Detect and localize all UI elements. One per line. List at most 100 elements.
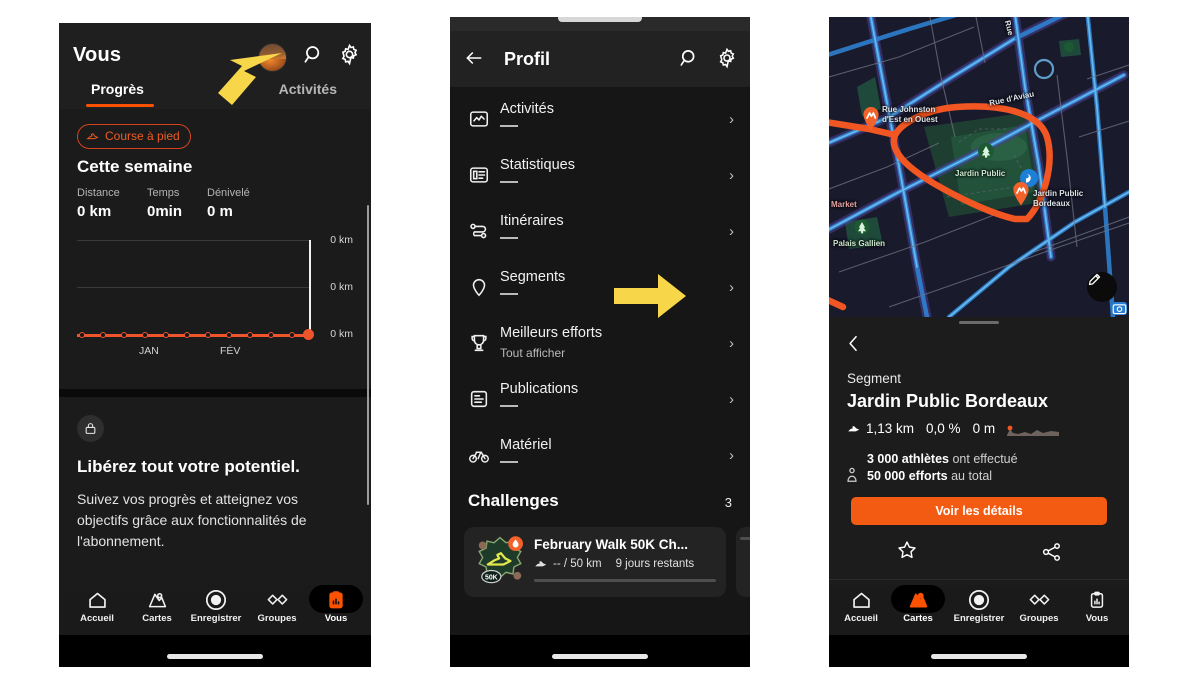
- stat-elevation-value: 0 m: [207, 203, 233, 220]
- menu-item-activites[interactable]: Activités ›: [450, 93, 750, 149]
- maps-icon: [127, 589, 187, 611]
- nav-vous[interactable]: Vous: [1067, 589, 1127, 624]
- nav-accueil-label: Accueil: [80, 613, 114, 624]
- menu-item-label: Publications: [500, 381, 579, 397]
- menu-item-publications[interactable]: Publications ›: [450, 373, 750, 429]
- menu-item-statistiques[interactable]: Statistiques ›: [450, 149, 750, 205]
- nav-groupes[interactable]: Groupes: [247, 589, 307, 624]
- nav-cartes-label: Cartes: [903, 613, 933, 624]
- scrollbar[interactable]: [366, 205, 369, 505]
- menu-item-placeholder-dash: [500, 405, 518, 407]
- routes-icon: [468, 220, 492, 244]
- menu-item-label: Matériel: [500, 437, 552, 453]
- chart-point: [163, 332, 169, 338]
- back-arrow-icon[interactable]: [464, 48, 484, 73]
- gear-icon[interactable]: [338, 43, 361, 71]
- camera-icon[interactable]: [1112, 302, 1127, 315]
- search-icon[interactable]: [303, 44, 325, 71]
- map-canvas: [829, 17, 1129, 317]
- chart-point: [184, 332, 190, 338]
- search-icon[interactable]: [679, 48, 700, 74]
- menu-item-meilleurs-efforts[interactable]: Meilleurs efforts Tout afficher ›: [450, 317, 750, 373]
- menu-item-placeholder-dash: [500, 237, 518, 239]
- maps-icon: [888, 589, 948, 611]
- promo-body: Suivez vos progrès et atteignez vos obje…: [77, 491, 307, 549]
- challenges-title: Challenges: [468, 491, 559, 510]
- chart-xtick-fev: FÉV: [220, 345, 241, 357]
- chevron-right-icon: ›: [729, 279, 734, 296]
- chart-point: [247, 332, 253, 338]
- nav-vous-label: Vous: [324, 613, 348, 624]
- menu-item-itineraires[interactable]: Itinéraires ›: [450, 205, 750, 261]
- chevron-right-icon: ›: [729, 167, 734, 184]
- chevron-left-icon[interactable]: [847, 335, 860, 357]
- home-indicator-area: [450, 635, 750, 667]
- gesture-bar[interactable]: [931, 654, 1027, 659]
- nav-enregistrer[interactable]: Enregistrer: [186, 589, 246, 624]
- map-view[interactable]: Rue Johnston d'Est en Ouest Rue d'Aviau …: [829, 17, 1129, 317]
- menu-item-segments[interactable]: Segments ›: [450, 261, 750, 317]
- week-title: Cette semaine: [77, 157, 193, 176]
- segment-athletes-stats: 3 000 athlètes ont effectué 50 000 effor…: [847, 451, 1097, 485]
- sport-filter-chip[interactable]: Course à pied: [77, 124, 191, 149]
- nav-enregistrer[interactable]: Enregistrer: [949, 589, 1009, 624]
- challenge-card[interactable]: 50K February Walk 50K Ch... -- / 50 km 9…: [464, 527, 726, 597]
- gear-icon[interactable]: [716, 47, 738, 74]
- stat-elevation: Dénivelé 0 m: [207, 187, 250, 220]
- nav-vous[interactable]: Vous: [306, 589, 366, 624]
- stat-time: Temps 0min: [147, 187, 182, 220]
- nav-groupes-label: Groupes: [1019, 613, 1059, 624]
- athletes-count: 3 000 athlètes: [867, 452, 949, 466]
- challenges-section: Challenges 3 50K February Walk 50K Ch...: [450, 485, 750, 610]
- section-separator: [59, 389, 371, 397]
- gesture-bar[interactable]: [552, 654, 648, 659]
- you-clipboard-icon: [306, 589, 366, 611]
- pencil-icon[interactable]: [1087, 272, 1117, 302]
- nav-cartes-label: Cartes: [142, 613, 172, 624]
- nav-cartes[interactable]: Cartes: [888, 589, 948, 624]
- map-label-market: Market: [831, 200, 857, 209]
- phone1-scroll-body: Course à pied Cette semaine Distance 0 k…: [59, 109, 371, 627]
- nav-groupes[interactable]: Groupes: [1009, 589, 1069, 624]
- weekly-progress-card: Course à pied Cette semaine Distance 0 k…: [59, 109, 371, 389]
- record-icon: [186, 589, 246, 611]
- map-pin-segment[interactable]: [1012, 182, 1030, 206]
- phone-screenshot-profile-menu: Profil Activités › Statistiques › Itinér…: [450, 17, 750, 667]
- home-icon: [831, 589, 891, 611]
- nav-groupes-label: Groupes: [257, 613, 297, 624]
- nav-cartes[interactable]: Cartes: [127, 589, 187, 624]
- map-pin-start[interactable]: [862, 107, 880, 131]
- athlete-icon: [847, 467, 857, 482]
- bike-icon: [468, 444, 492, 468]
- page-title: Vous: [73, 44, 122, 66]
- chart-point: [289, 332, 295, 338]
- menu-item-label: Itinéraires: [500, 213, 564, 229]
- home-indicator-area: [829, 635, 1129, 667]
- chevron-right-icon: ›: [729, 335, 734, 352]
- efforts-count: 50 000 efforts: [867, 469, 948, 483]
- menu-item-placeholder-dash: [500, 461, 518, 463]
- segment-grade: 0,0 %: [926, 421, 961, 436]
- view-details-button[interactable]: Voir les détails: [851, 497, 1107, 525]
- bottom-nav: Accueil Cartes Enregistrer Groupes Vous: [59, 585, 371, 635]
- stat-time-value: 0min: [147, 203, 183, 220]
- nav-accueil[interactable]: Accueil: [67, 589, 127, 624]
- phone-screenshot-segment-map: Rue Johnston d'Est en Ouest Rue d'Aviau …: [829, 17, 1129, 667]
- chart-point: [121, 332, 127, 338]
- tab-activites[interactable]: Activités: [279, 81, 337, 97]
- nav-accueil[interactable]: Accueil: [831, 589, 891, 624]
- posts-icon: [468, 388, 492, 412]
- share-icon[interactable]: [1041, 541, 1063, 568]
- chart-point: [79, 332, 85, 338]
- chart-point: [226, 332, 232, 338]
- gridline: [77, 240, 309, 241]
- stat-elevation-label: Dénivelé: [207, 187, 250, 199]
- menu-item-sublabel: Tout afficher: [500, 346, 566, 360]
- stat-distance-value: 0 km: [77, 203, 112, 220]
- tab-progres[interactable]: Progrès: [91, 81, 144, 97]
- star-icon[interactable]: [896, 539, 918, 566]
- segment-name: Jardin Public Bordeaux: [847, 391, 1049, 411]
- sheet-grab-handle[interactable]: [959, 321, 999, 324]
- gesture-bar[interactable]: [167, 654, 263, 659]
- menu-item-materiel[interactable]: Matériel ›: [450, 429, 750, 485]
